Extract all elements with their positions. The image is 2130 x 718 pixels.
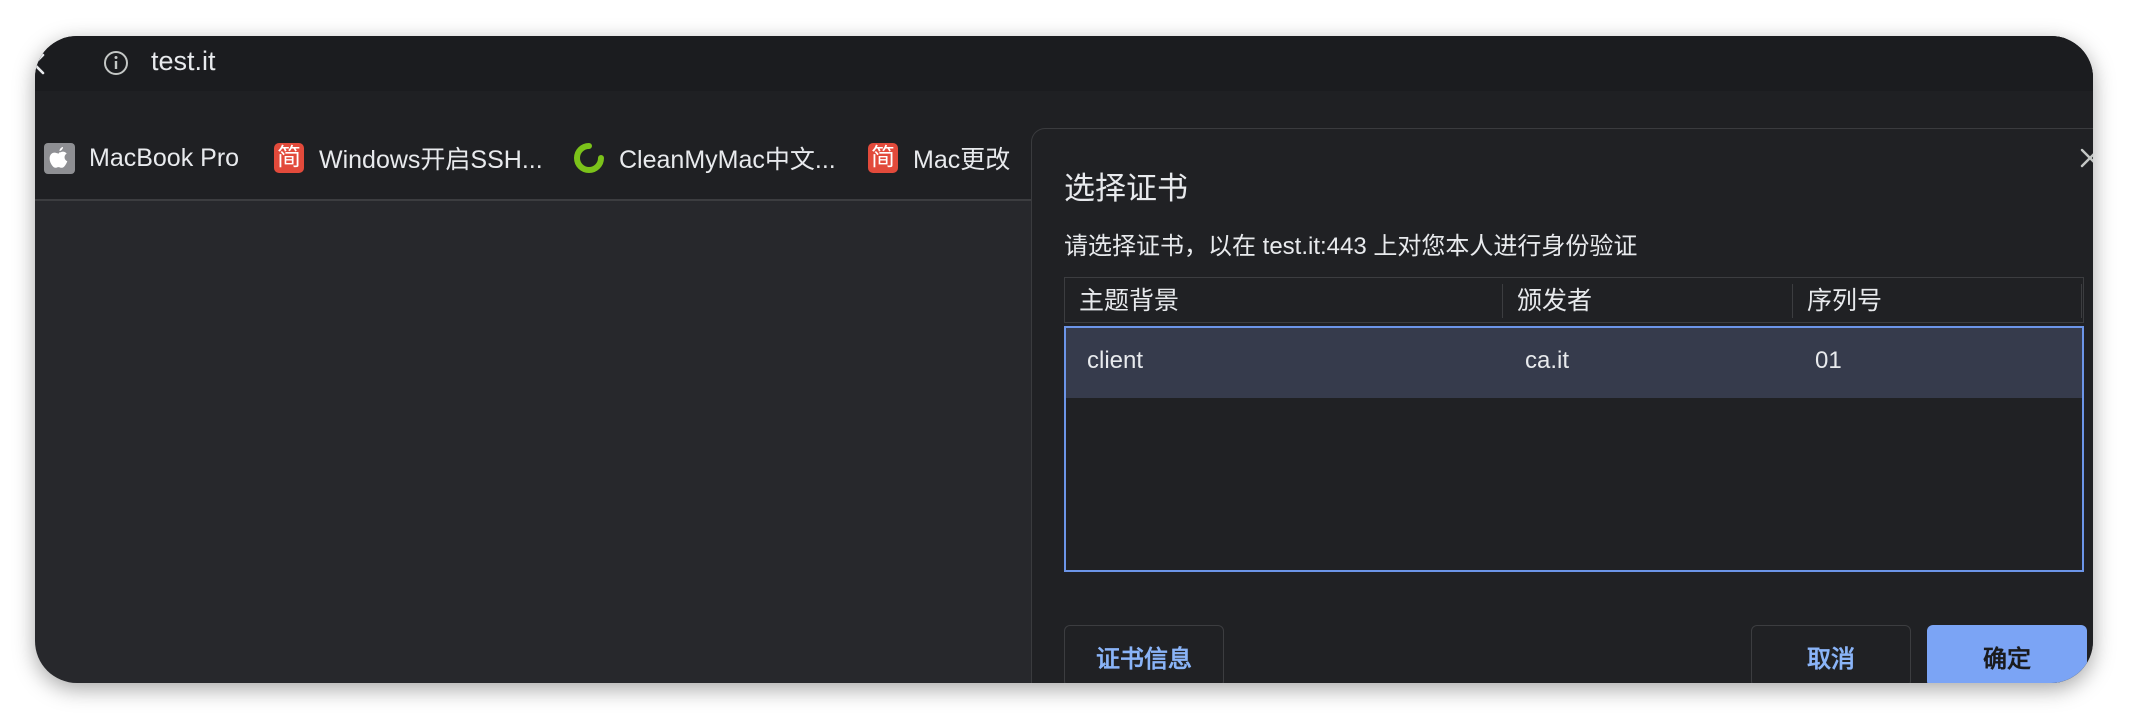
- cert-info-button[interactable]: 证书信息: [1064, 625, 1224, 683]
- bookmark-windows-ssh[interactable]: 简 Windows开启SSH...: [273, 142, 543, 174]
- table-body: client ca.it 01: [1064, 326, 2084, 572]
- bookmark-label: Windows开启SSH...: [319, 146, 543, 174]
- close-icon[interactable]: [2077, 145, 2093, 171]
- apple-icon: [43, 142, 75, 174]
- bookmark-label: Mac更改: [913, 146, 1011, 174]
- url-text: test.it: [151, 46, 216, 76]
- select-certificate-dialog: 选择证书 请选择证书，以在 test.it:443 上对您本人进行身份验证 主题…: [1031, 128, 2093, 683]
- bookmark-cleanmymac[interactable]: CleanMyMac中文...: [573, 142, 836, 174]
- jian-icon: 简: [868, 143, 898, 173]
- address-bar[interactable]: test.it: [78, 36, 2093, 91]
- cell-issuer: ca.it: [1525, 347, 1570, 374]
- bookmark-macbook-pro[interactable]: MacBook Pro: [43, 142, 239, 174]
- column-header-issuer[interactable]: 颁发者: [1502, 284, 1792, 318]
- cell-serial: 01: [1815, 347, 1842, 374]
- back-arrow-icon[interactable]: [35, 52, 51, 76]
- table-row[interactable]: client ca.it 01: [1066, 328, 2082, 398]
- ok-button[interactable]: 确定: [1927, 625, 2087, 683]
- bookmark-label: MacBook Pro: [89, 143, 240, 172]
- info-icon[interactable]: [102, 49, 130, 77]
- jian-icon: 简: [274, 143, 304, 173]
- table-header: 主题背景 颁发者 序列号: [1064, 277, 2084, 323]
- column-header-serial[interactable]: 序列号: [1792, 284, 2082, 318]
- browser-window: test.it MacBook Pro 简 Windows开启SSH... Cl…: [35, 36, 2093, 683]
- dialog-title: 选择证书: [1064, 171, 1188, 206]
- certificate-table: 主题背景 颁发者 序列号 client ca.it 01: [1064, 277, 2084, 572]
- cleanmymac-icon: [574, 143, 604, 173]
- cell-subject: client: [1087, 347, 1144, 374]
- dialog-description: 请选择证书，以在 test.it:443 上对您本人进行身份验证: [1064, 233, 1638, 260]
- column-header-subject[interactable]: 主题背景: [1065, 284, 1502, 318]
- browser-toolbar: test.it: [35, 36, 2093, 91]
- cancel-button[interactable]: 取消: [1751, 625, 1911, 683]
- bookmark-mac[interactable]: 简 Mac更改: [867, 142, 1010, 174]
- bookmark-label: CleanMyMac中文...: [619, 146, 836, 174]
